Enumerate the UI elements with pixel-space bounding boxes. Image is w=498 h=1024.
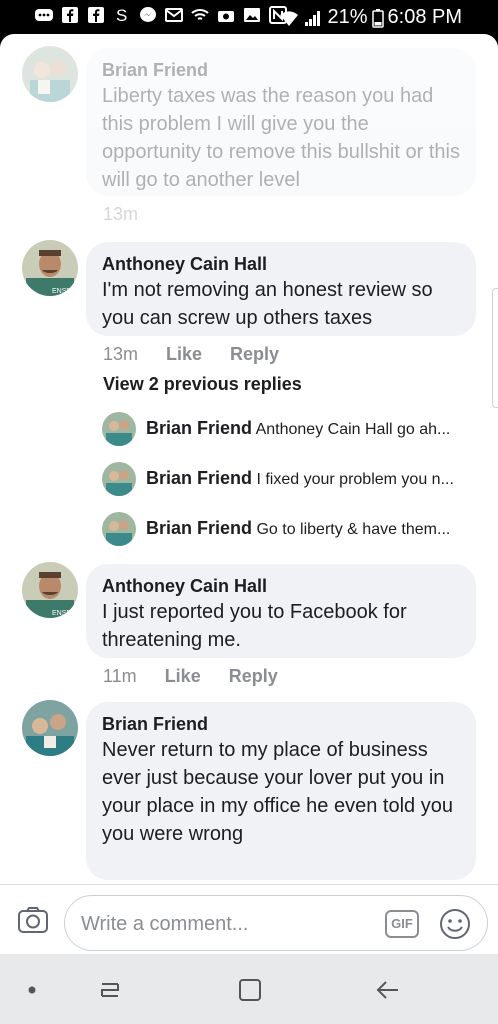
- avatar[interactable]: [102, 462, 136, 496]
- dollar-icon: S: [116, 6, 127, 25]
- comment-bubble[interactable]: Brian Friend Liberty taxes was the reaso…: [86, 48, 476, 196]
- scrollbar[interactable]: [492, 288, 498, 408]
- like-button[interactable]: Like: [165, 666, 201, 687]
- wifi-icon: [280, 10, 299, 26]
- comment-bubble[interactable]: Brian Friend Never return to my place of…: [86, 702, 476, 880]
- reply-author[interactable]: Brian Friend: [146, 518, 252, 538]
- recent-apps-icon[interactable]: [96, 976, 124, 1004]
- reply-author[interactable]: Brian Friend: [146, 468, 252, 488]
- system-nav-bar: [0, 954, 498, 1024]
- reply-item[interactable]: Brian Friend Anthoney Cain Hall go ah...: [0, 412, 498, 448]
- avatar[interactable]: ENSBUR: [22, 240, 78, 296]
- comment-input[interactable]: [81, 910, 371, 938]
- comment-composer: GIF: [0, 884, 498, 954]
- author-name[interactable]: Brian Friend: [102, 58, 460, 82]
- reply-button[interactable]: Reply: [229, 666, 278, 687]
- svg-text:ENSBUR: ENSBUR: [52, 288, 78, 295]
- notification-icons: S: [34, 5, 288, 25]
- reply-text: Go to liberty & have them...: [256, 521, 451, 538]
- reply-preview: Brian Friend I fixed your problem you n.…: [146, 468, 476, 489]
- svg-text:ENSBUR: ENSBUR: [52, 610, 78, 617]
- comment-input-box[interactable]: GIF: [64, 895, 488, 951]
- author-name[interactable]: Brian Friend: [102, 712, 460, 736]
- status-indicators: 21% 6:08 PM: [279, 6, 462, 29]
- timestamp: 11m: [103, 666, 137, 686]
- signal-icon: [305, 10, 321, 26]
- view-previous-replies-link[interactable]: View 2 previous replies: [103, 374, 302, 395]
- avatar[interactable]: [22, 46, 78, 102]
- avatar[interactable]: ENSBUR: [22, 562, 78, 618]
- gif-button[interactable]: GIF: [385, 910, 419, 938]
- reply-button[interactable]: Reply: [230, 344, 279, 365]
- comment-text: Liberty taxes was the reason you had thi…: [102, 85, 460, 191]
- messages-icon: [35, 9, 53, 21]
- comment-meta: 13m: [103, 204, 138, 225]
- home-icon[interactable]: [236, 976, 264, 1004]
- gallery-icon: [244, 8, 260, 22]
- author-name[interactable]: Anthoney Cain Hall: [102, 252, 460, 276]
- comment-text: I just reported you to Facebook for thre…: [102, 601, 407, 651]
- reply-item[interactable]: Brian Friend Go to liberty & have them..…: [0, 512, 498, 548]
- timestamp: 13m: [103, 344, 139, 364]
- avatar[interactable]: [102, 512, 136, 546]
- camera-icon[interactable]: [16, 903, 50, 937]
- comment-bubble[interactable]: Anthoney Cain Hall I just reported you t…: [86, 564, 476, 658]
- comment-text: I'm not removing an honest review so you…: [102, 279, 433, 329]
- wifi-call-icon: [191, 9, 209, 20]
- reply-item[interactable]: Brian Friend I fixed your problem you n.…: [0, 462, 498, 498]
- author-name[interactable]: Anthoney Cain Hall: [102, 574, 460, 598]
- emoji-icon[interactable]: [439, 908, 471, 940]
- battery-percent: 21%: [327, 6, 368, 28]
- avatar[interactable]: [102, 412, 136, 446]
- comments-sheet: Brian Friend Liberty taxes was the reaso…: [0, 34, 498, 954]
- comment-meta: 13m Like Reply: [103, 344, 279, 365]
- nav-dot-icon[interactable]: [18, 976, 46, 1004]
- reply-preview: Brian Friend Anthoney Cain Hall go ah...: [146, 418, 476, 439]
- comment-meta: 11m Like Reply: [103, 666, 278, 687]
- battery-icon: [371, 8, 384, 28]
- comment-bubble[interactable]: Anthoney Cain Hall I'm not removing an h…: [86, 242, 476, 336]
- avatar[interactable]: [22, 700, 78, 756]
- comment-text: Never return to my place of business eve…: [102, 739, 453, 845]
- svg-text:S: S: [116, 6, 127, 25]
- messenger-icon: [140, 7, 156, 22]
- reply-preview: Brian Friend Go to liberty & have them..…: [146, 518, 476, 539]
- email-icon: [165, 8, 183, 22]
- clock: 6:08 PM: [387, 6, 462, 28]
- reply-text: Anthoney Cain Hall go ah...: [255, 421, 451, 438]
- status-bar: S 21% 6:08 PM: [0, 0, 498, 34]
- timestamp: 13m: [103, 204, 139, 224]
- reply-text: I fixed your problem you n...: [256, 471, 454, 488]
- camera-status-icon: [218, 11, 234, 22]
- back-icon[interactable]: [374, 976, 402, 1004]
- reply-author[interactable]: Brian Friend: [146, 418, 252, 438]
- facebook-icon: [62, 7, 78, 23]
- facebook-icon-2: [88, 7, 104, 23]
- like-button[interactable]: Like: [166, 344, 202, 365]
